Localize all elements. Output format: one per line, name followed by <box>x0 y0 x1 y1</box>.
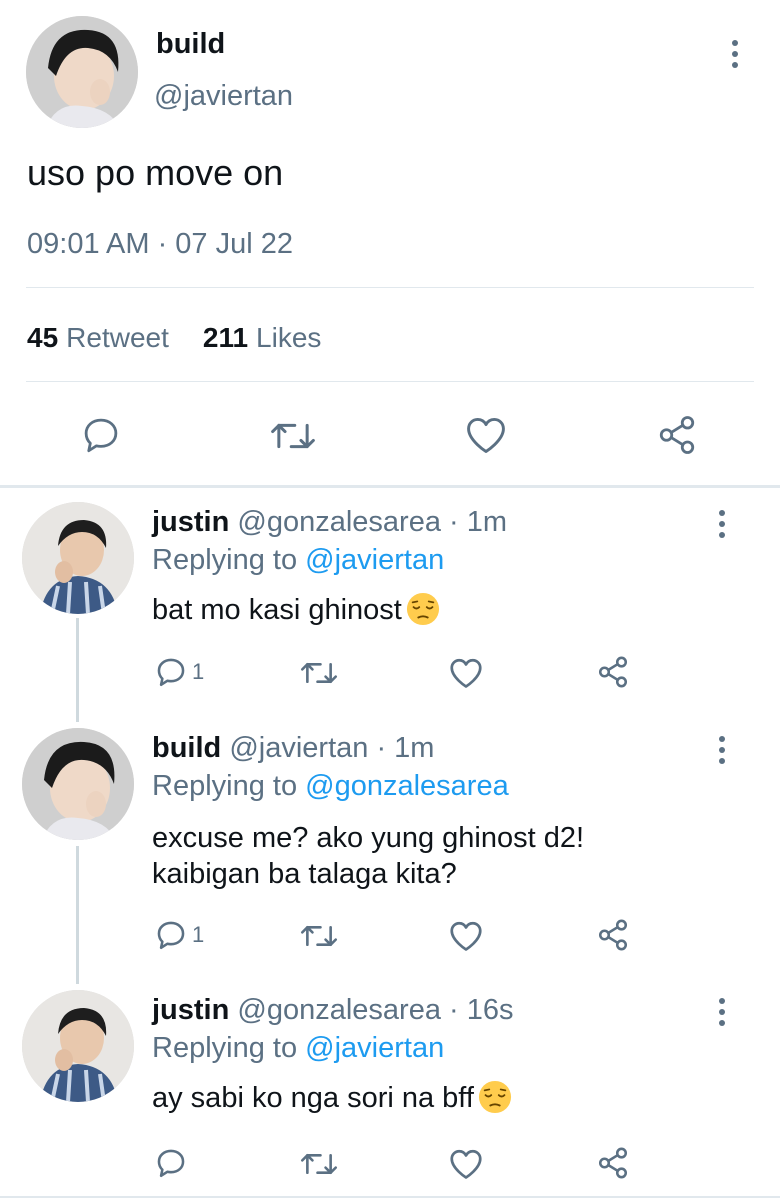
heart-icon <box>450 921 482 951</box>
divider <box>26 381 754 382</box>
more-options-icon[interactable] <box>715 998 729 1026</box>
reply-button[interactable]: 1 <box>154 918 204 952</box>
pensive-face-icon <box>406 592 439 626</box>
reply-icon <box>157 1149 185 1178</box>
divider <box>0 1196 780 1198</box>
avatar[interactable] <box>22 728 134 840</box>
reply-text-line: excuse me? ako yung ghinost d2! <box>152 822 585 854</box>
like-label[interactable]: Likes <box>256 322 321 354</box>
thread-line <box>76 618 79 722</box>
share-button[interactable] <box>596 918 630 952</box>
replying-label: Replying to <box>152 544 298 576</box>
share-button[interactable] <box>596 1146 630 1180</box>
like-button[interactable] <box>448 919 484 953</box>
more-options-icon[interactable] <box>715 510 729 538</box>
replying-to-handle[interactable]: @javiertan <box>305 544 444 576</box>
reply-icon <box>84 418 118 453</box>
retweet-icon <box>271 423 315 449</box>
thread-line <box>76 846 79 984</box>
reply-header: justin @gonzalesarea · 16s <box>152 994 514 1027</box>
tweet-stats: 45 Retweet 211 Likes <box>27 322 321 354</box>
pensive-face-icon <box>478 1080 511 1114</box>
retweet-icon <box>300 662 338 684</box>
retweet-icon <box>300 1153 338 1175</box>
main-tweet: build @javiertan uso po move on 09:01 AM… <box>0 0 780 486</box>
heart-icon <box>467 417 505 453</box>
heart-icon <box>450 658 482 688</box>
reply-count: 1 <box>192 922 205 947</box>
reply-text: ay sabi ko nga sori na bff <box>152 1080 512 1116</box>
reply-text-content: bat mo kasi ghinost <box>152 594 402 626</box>
replying-to-handle[interactable]: @javiertan <box>305 1032 444 1064</box>
author-name[interactable]: build <box>152 732 221 764</box>
reply-button[interactable] <box>80 414 122 456</box>
replying-label: Replying to <box>152 1032 298 1064</box>
share-button[interactable] <box>656 414 698 456</box>
author-handle-time[interactable]: @javiertan · 1m <box>229 732 434 764</box>
retweet-button[interactable] <box>300 1148 338 1180</box>
tweet-timestamp[interactable]: 09:01 AM · 07 Jul 22 <box>27 228 293 261</box>
like-count[interactable]: 211 <box>203 322 248 354</box>
author-name[interactable]: build <box>156 28 225 61</box>
retweet-icon <box>300 925 338 947</box>
retweet-button[interactable] <box>300 920 338 952</box>
avatar[interactable] <box>22 990 134 1102</box>
tweet-text: uso po move on <box>27 152 284 193</box>
reply-count: 1 <box>192 659 205 684</box>
reply-text: bat mo kasi ghinost <box>152 592 440 628</box>
replying-to: Replying to @javiertan <box>152 1032 444 1065</box>
share-icon <box>659 416 695 454</box>
avatar[interactable] <box>26 16 138 128</box>
replying-to: Replying to @gonzalesarea <box>152 770 509 803</box>
replying-to: Replying to @javiertan <box>152 544 444 577</box>
retweet-count[interactable]: 45 <box>27 322 58 354</box>
retweet-button[interactable] <box>270 416 316 456</box>
divider <box>26 287 754 288</box>
author-handle-time[interactable]: @gonzalesarea · 16s <box>237 994 513 1026</box>
author-name[interactable]: justin <box>152 994 229 1026</box>
retweet-button[interactable] <box>300 657 338 689</box>
section-separator <box>0 485 780 488</box>
reply-text-content: ay sabi ko nga sori na bff <box>152 1082 474 1114</box>
share-button[interactable] <box>596 655 630 689</box>
like-button[interactable] <box>448 656 484 690</box>
reply-button[interactable]: 1 <box>154 655 204 689</box>
replying-label: Replying to <box>152 770 298 802</box>
more-options-icon[interactable] <box>728 40 742 68</box>
retweet-label[interactable]: Retweet <box>66 322 169 354</box>
reply-header: justin @gonzalesarea · 1m <box>152 506 507 539</box>
reply-button[interactable] <box>154 1146 192 1180</box>
reply-icon <box>157 921 185 950</box>
like-button[interactable] <box>464 414 508 456</box>
author-handle-time[interactable]: @gonzalesarea · 1m <box>237 506 507 538</box>
author-name[interactable]: justin <box>152 506 229 538</box>
avatar[interactable] <box>22 502 134 614</box>
reply-text-line: kaibigan ba talaga kita? <box>152 858 457 890</box>
reply-text: excuse me? ako yung ghinost d2! kaibigan… <box>152 820 584 892</box>
replying-to-handle[interactable]: @gonzalesarea <box>305 770 509 802</box>
like-button[interactable] <box>448 1147 484 1181</box>
author-handle[interactable]: @javiertan <box>154 80 293 113</box>
share-icon <box>598 1147 628 1179</box>
share-icon <box>598 919 628 951</box>
share-icon <box>598 656 628 688</box>
reply-icon <box>157 658 185 687</box>
heart-icon <box>450 1149 482 1179</box>
reply-header: build @javiertan · 1m <box>152 732 434 765</box>
more-options-icon[interactable] <box>715 736 729 764</box>
